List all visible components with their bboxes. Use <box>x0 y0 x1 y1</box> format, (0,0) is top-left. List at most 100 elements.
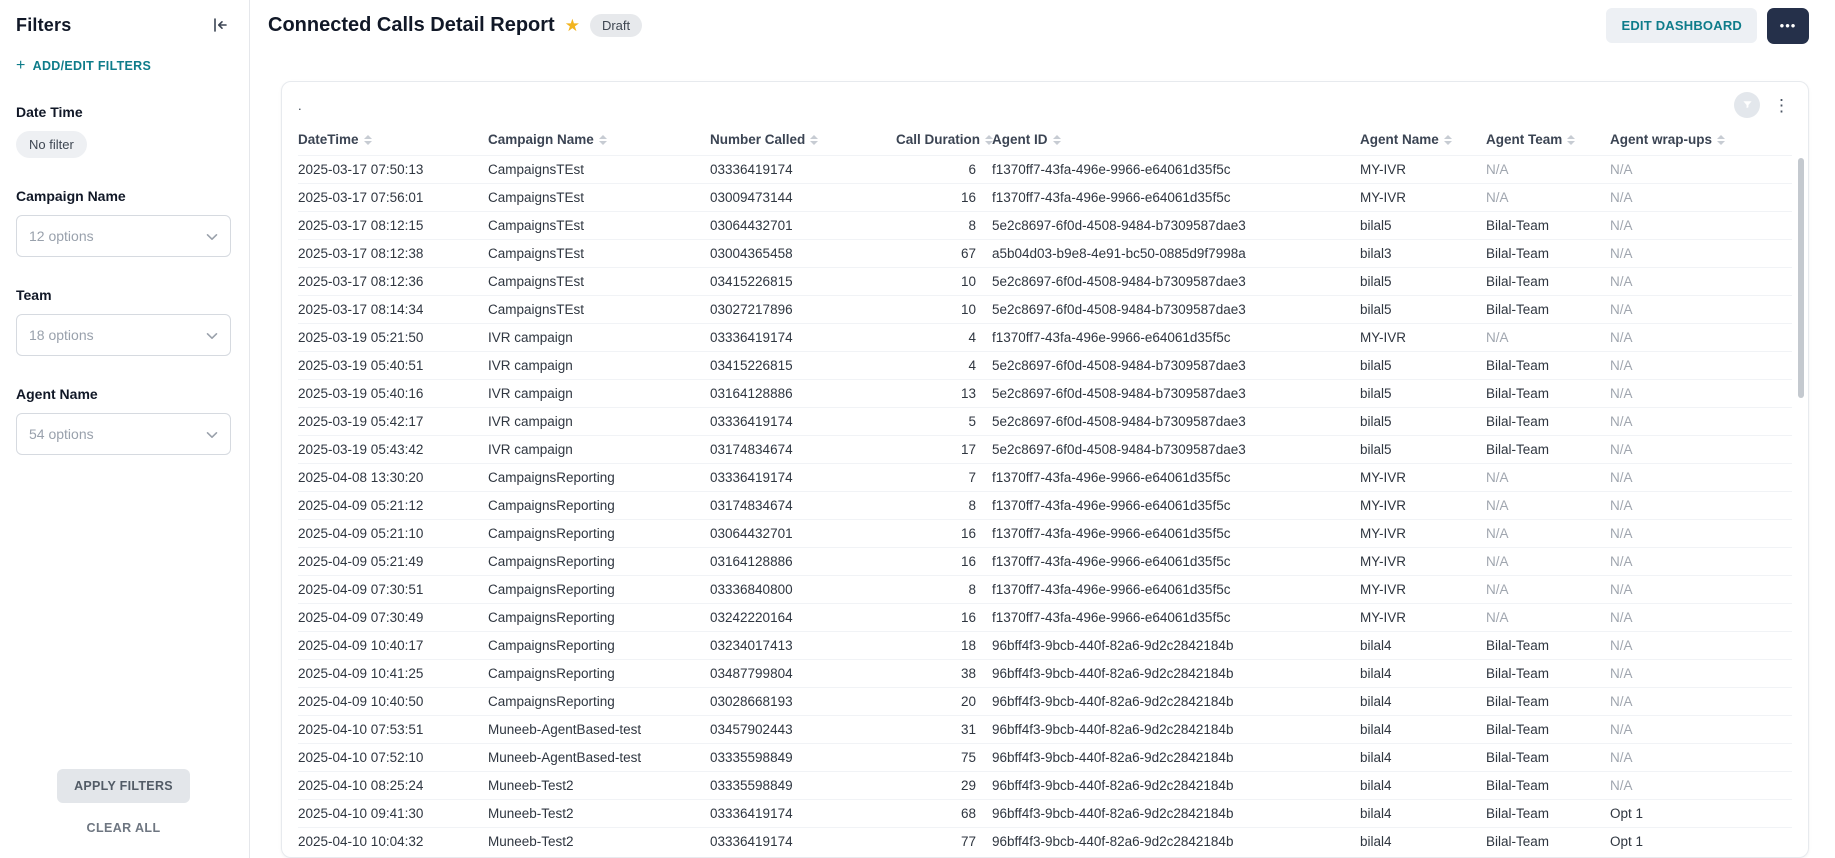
table-cell: 16 <box>896 604 992 632</box>
table-row: 2025-03-19 05:40:51IVR campaign034152268… <box>298 352 1792 380</box>
campaign-name-select[interactable]: 12 options <box>16 215 231 257</box>
funnel-icon <box>1742 98 1753 113</box>
column-header-number-called[interactable]: Number Called <box>710 124 896 156</box>
team-select[interactable]: 18 options <box>16 314 231 356</box>
sort-icon[interactable] <box>810 135 818 145</box>
widget-menu-button[interactable]: ⋮ <box>1771 97 1792 114</box>
report-widget-card: . ⋮ DateTim <box>281 81 1809 858</box>
sort-icon[interactable] <box>1567 135 1575 145</box>
table-cell: 2025-03-19 05:42:17 <box>298 408 488 436</box>
table-cell: Bilal-Team <box>1486 828 1610 856</box>
table-cell: 2025-04-09 05:21:49 <box>298 548 488 576</box>
edit-dashboard-button[interactable]: EDIT DASHBOARD <box>1606 8 1757 43</box>
table-cell: N/A <box>1610 744 1792 772</box>
table-cell: 96bff4f3-9bcb-440f-82a6-9d2c2842184b <box>992 744 1360 772</box>
table-cell: bilal4 <box>1360 772 1486 800</box>
table-cell: bilal5 <box>1360 296 1486 324</box>
table-cell: 03242220164 <box>710 604 896 632</box>
table-cell: N/A <box>1610 576 1792 604</box>
table-cell: 38 <box>896 660 992 688</box>
table-cell: f1370ff7-43fa-496e-9966-e64061d35f5c <box>992 548 1360 576</box>
add-edit-filters-button[interactable]: + ADD/EDIT FILTERS <box>16 58 231 74</box>
sort-icon[interactable] <box>599 135 607 145</box>
table-row: 2025-04-09 10:40:50CampaignsReporting030… <box>298 688 1792 716</box>
table-cell: MY-IVR <box>1360 520 1486 548</box>
table-cell: 03336419174 <box>710 464 896 492</box>
table-header: DateTime Campaign NameNumber CalledCall D… <box>298 124 1792 156</box>
topbar-actions: EDIT DASHBOARD ••• <box>1606 8 1809 44</box>
table-cell: 31 <box>896 716 992 744</box>
filters-title: Filters <box>16 15 71 36</box>
table-cell: N/A <box>1486 576 1610 604</box>
table-cell: 96bff4f3-9bcb-440f-82a6-9d2c2842184b <box>992 632 1360 660</box>
table-cell: CampaignsReporting <box>488 688 710 716</box>
table-row: 2025-03-17 07:50:13CampaignsTEst03336419… <box>298 156 1792 184</box>
table-cell: IVR campaign <box>488 408 710 436</box>
table-cell: MY-IVR <box>1360 576 1486 604</box>
table-cell: bilal5 <box>1360 408 1486 436</box>
table-body: 2025-03-17 07:50:13CampaignsTEst03336419… <box>298 156 1792 856</box>
table-cell: 03415226815 <box>710 268 896 296</box>
table-cell: Bilal-Team <box>1486 772 1610 800</box>
table-cell: 2025-03-19 05:40:16 <box>298 380 488 408</box>
sort-icon[interactable] <box>1053 135 1061 145</box>
table-cell: Bilal-Team <box>1486 800 1610 828</box>
main-content: Connected Calls Detail Report ★ Draft ED… <box>250 0 1835 858</box>
table-cell: f1370ff7-43fa-496e-9966-e64061d35f5c <box>992 520 1360 548</box>
column-header-campaign-name[interactable]: Campaign Name <box>488 124 710 156</box>
table-cell: 03174834674 <box>710 492 896 520</box>
table-cell: N/A <box>1610 548 1792 576</box>
column-header-datetime[interactable]: DateTime <box>298 124 488 156</box>
chevron-down-icon <box>206 228 218 244</box>
column-header-agent-wrap-ups[interactable]: Agent wrap-ups <box>1610 124 1792 156</box>
more-options-button[interactable]: ••• <box>1767 8 1809 44</box>
favorite-star-icon[interactable]: ★ <box>565 17 580 34</box>
collapse-sidebar-button[interactable] <box>209 14 231 36</box>
table-row: 2025-04-09 10:41:25CampaignsReporting034… <box>298 660 1792 688</box>
table-cell: Bilal-Team <box>1486 744 1610 772</box>
table-cell: bilal5 <box>1360 436 1486 464</box>
column-header-agent-id[interactable]: Agent ID <box>992 124 1360 156</box>
table-cell: N/A <box>1610 296 1792 324</box>
table-cell: bilal3 <box>1360 240 1486 268</box>
table-cell: 03164128886 <box>710 380 896 408</box>
table-cell: 2025-04-08 13:30:20 <box>298 464 488 492</box>
filter-label-team: Team <box>16 287 231 303</box>
vertical-scrollbar-thumb[interactable] <box>1798 158 1804 398</box>
table-cell: bilal5 <box>1360 212 1486 240</box>
agent-name-select[interactable]: 54 options <box>16 413 231 455</box>
column-header-agent-team[interactable]: Agent Team <box>1486 124 1610 156</box>
table-row: 2025-03-17 08:12:15CampaignsTEst03064432… <box>298 212 1792 240</box>
widget-title: . <box>298 98 302 113</box>
table-cell: 2025-04-09 07:30:51 <box>298 576 488 604</box>
table-cell: IVR campaign <box>488 352 710 380</box>
table-cell: 2025-03-19 05:43:42 <box>298 436 488 464</box>
table-header-row: DateTime Campaign NameNumber CalledCall D… <box>298 124 1792 156</box>
table-cell: Muneeb-Test2 <box>488 800 710 828</box>
table-row: 2025-04-10 07:52:10Muneeb-AgentBased-tes… <box>298 744 1792 772</box>
table-cell: N/A <box>1610 212 1792 240</box>
apply-filters-button[interactable]: APPLY FILTERS <box>57 769 190 803</box>
table-cell: CampaignsReporting <box>488 632 710 660</box>
sort-icon[interactable] <box>1444 135 1452 145</box>
table-cell: 67 <box>896 240 992 268</box>
table-cell: 2025-04-09 10:40:50 <box>298 688 488 716</box>
column-label: Agent Team <box>1486 132 1562 147</box>
date-time-filter-chip[interactable]: No filter <box>16 131 87 158</box>
table-cell: bilal5 <box>1360 380 1486 408</box>
table-cell: 03164128886 <box>710 548 896 576</box>
column-header-call-duration[interactable]: Call Duration <box>896 124 992 156</box>
column-header-agent-name[interactable]: Agent Name <box>1360 124 1486 156</box>
table-cell: N/A <box>1610 464 1792 492</box>
widget-filter-button[interactable] <box>1734 92 1760 118</box>
table-cell: CampaignsReporting <box>488 520 710 548</box>
table-cell: N/A <box>1486 324 1610 352</box>
table-cell: N/A <box>1610 632 1792 660</box>
kebab-icon: ⋮ <box>1773 96 1790 115</box>
clear-all-button[interactable]: CLEAR ALL <box>81 820 167 836</box>
sort-icon[interactable] <box>1717 135 1725 145</box>
table-cell: MY-IVR <box>1360 492 1486 520</box>
sort-icon[interactable] <box>364 135 372 145</box>
column-label: DateTime <box>298 132 359 147</box>
table-cell: 5e2c8697-6f0d-4508-9484-b7309587dae3 <box>992 352 1360 380</box>
